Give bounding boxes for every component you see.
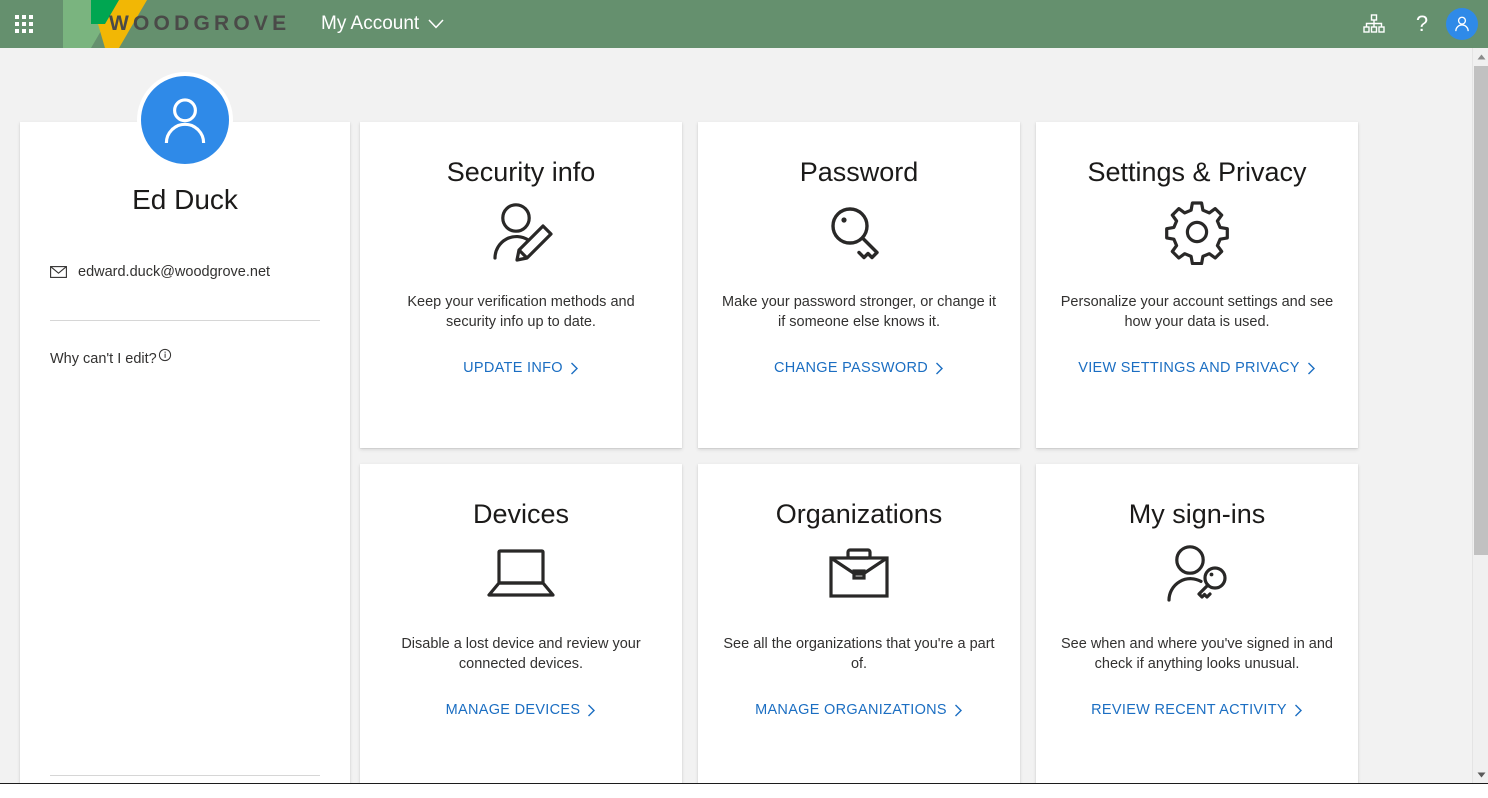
profile-footer: Sign out everywhere: [20, 775, 350, 783]
person-icon: [1455, 16, 1469, 32]
tile-link-manage-organizations[interactable]: MANAGE ORGANIZATIONS: [755, 702, 963, 718]
mail-icon: [50, 266, 67, 278]
profile-avatar[interactable]: [137, 72, 233, 168]
caret-down-icon: [1477, 772, 1485, 777]
profile-card: Ed Duck edward.duck@woodgrove.net Why ca…: [20, 72, 350, 783]
app-launcher-button[interactable]: [0, 0, 48, 48]
profile-footer-divider: [50, 775, 320, 776]
tile-grid: Security info Keep your verification met…: [360, 122, 1360, 783]
app-header: WOODGROVE My Account ?: [0, 0, 1488, 48]
tile-link-label: MANAGE DEVICES: [445, 702, 581, 719]
tile-organizations[interactable]: Organizations See all the organizations …: [698, 464, 1020, 783]
tile-security-info[interactable]: Security info Keep your verification met…: [360, 122, 682, 448]
tile-description: Make your password stronger, or change i…: [721, 293, 997, 330]
chevron-right-icon: [588, 704, 596, 717]
scroll-up-button[interactable]: [1473, 48, 1488, 65]
tile-link-review-recent-activity[interactable]: REVIEW RECENT ACTIVITY: [1091, 702, 1303, 718]
account-manager-button[interactable]: [1446, 8, 1478, 40]
organization-button[interactable]: [1350, 0, 1398, 48]
help-button[interactable]: ?: [1398, 0, 1446, 48]
profile-email: edward.duck@woodgrove.net: [78, 264, 271, 280]
tile-link-label: UPDATE INFO: [463, 360, 563, 377]
brand-name: WOODGROVE: [109, 12, 291, 35]
question-mark-icon: ?: [1415, 11, 1429, 36]
gear-icon: [1163, 194, 1231, 270]
chevron-right-icon: [954, 704, 962, 717]
my-account-menu[interactable]: My Account: [317, 0, 448, 48]
tile-title: My sign-ins: [1128, 499, 1266, 529]
info-icon: [158, 348, 171, 362]
profile-name: Ed Duck: [132, 184, 238, 215]
tile-title: Password: [799, 157, 919, 187]
vertical-scrollbar-thumb[interactable]: [1474, 66, 1488, 555]
chevron-right-icon: [1307, 362, 1315, 375]
tile-description: Keep your verification methods and secur…: [407, 293, 635, 330]
chevron-right-icon: [936, 362, 944, 375]
laptop-icon: [485, 536, 557, 612]
tile-link-label: REVIEW RECENT ACTIVITY: [1091, 702, 1287, 719]
person-key-icon: [1161, 536, 1233, 612]
tile-description: See when and where you've signed in and …: [1060, 635, 1334, 672]
tile-password[interactable]: Password Make your password stronger, or…: [698, 122, 1020, 448]
tile-link-update-info[interactable]: UPDATE INFO: [463, 360, 579, 376]
tile-link-label: VIEW SETTINGS AND PRIVACY: [1078, 360, 1300, 377]
horizontal-scrollbar[interactable]: [0, 783, 1488, 798]
tile-row: Devices Disable a lost device and review…: [360, 464, 1360, 783]
person-icon: [164, 98, 206, 144]
key-icon: [823, 194, 895, 270]
profile-divider: [50, 320, 320, 321]
waffle-icon: [15, 15, 33, 33]
org-chart-icon: [1363, 14, 1385, 33]
tile-row: Security info Keep your verification met…: [360, 122, 1360, 448]
tile-link-label: MANAGE ORGANIZATIONS: [755, 702, 947, 719]
brand-logo[interactable]: WOODGROVE: [57, 0, 287, 48]
tile-title: Settings & Privacy: [1087, 157, 1307, 187]
tile-settings-privacy[interactable]: Settings & Privacy Personalize your acco…: [1036, 122, 1358, 448]
chevron-right-icon: [570, 362, 578, 375]
briefcase-icon: [823, 536, 895, 612]
tile-link-label: CHANGE PASSWORD: [773, 360, 929, 377]
tile-link-manage-devices[interactable]: MANAGE DEVICES: [446, 702, 597, 718]
tile-description: Personalize your account settings and se…: [1060, 293, 1334, 330]
tile-my-sign-ins[interactable]: My sign-ins See when and where you've si…: [1036, 464, 1358, 783]
person-edit-icon: [485, 194, 557, 270]
my-account-label: My Account: [321, 13, 420, 34]
tile-link-view-settings-and-privacy[interactable]: VIEW SETTINGS AND PRIVACY: [1078, 360, 1316, 376]
page-content: Ed Duck edward.duck@woodgrove.net Why ca…: [0, 48, 1472, 783]
tile-description: See all the organizations that you're a …: [723, 635, 995, 672]
caret-up-icon: [1477, 54, 1485, 59]
tile-title: Organizations: [775, 499, 943, 529]
chevron-right-icon: [1294, 704, 1302, 717]
tile-title: Devices: [472, 499, 570, 529]
tile-link-change-password[interactable]: CHANGE PASSWORD: [774, 360, 944, 376]
why-cant-i-edit-link[interactable]: Why can't I edit?: [50, 348, 172, 367]
why-cant-i-edit-label: Why can't I edit?: [50, 351, 157, 367]
profile-email-row: edward.duck@woodgrove.net: [50, 264, 350, 280]
tile-devices[interactable]: Devices Disable a lost device and review…: [360, 464, 682, 783]
vertical-scrollbar[interactable]: [1472, 48, 1488, 783]
tile-title: Security info: [446, 157, 596, 187]
chevron-down-icon: [428, 19, 444, 29]
scroll-down-button[interactable]: [1473, 766, 1488, 783]
tile-description: Disable a lost device and review your co…: [401, 635, 641, 672]
